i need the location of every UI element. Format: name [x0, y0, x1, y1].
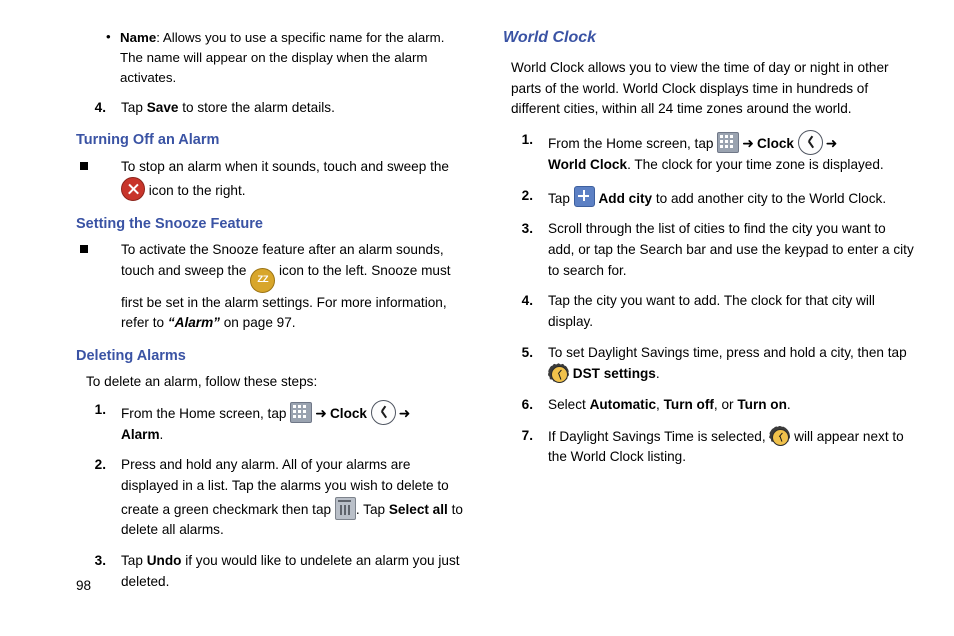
- plus-icon: [573, 185, 595, 207]
- bullet-dot: •: [106, 29, 111, 44]
- wc-step-1-post: . The clock for your time zone is displa…: [627, 157, 884, 172]
- delete-step-1-number: 1.: [94, 401, 106, 417]
- wc-step-2-bold: Add city: [598, 190, 653, 206]
- heading-turning-off-alarm: Turning Off an Alarm: [76, 132, 220, 149]
- world-clock-intro: World Clock allows you to view the time …: [511, 60, 889, 117]
- wc-step-6-sep1: ,: [656, 396, 664, 412]
- clock-icon: [797, 129, 823, 155]
- wc-step-5: 5. To set Daylight Savings time, press a…: [503, 343, 915, 385]
- trash-icon: [334, 496, 356, 520]
- arrow-icon: ➜: [315, 405, 327, 422]
- wc-step-1-pre: From the Home screen, tap: [548, 135, 718, 151]
- delete-step-1-clock: Clock: [329, 405, 367, 421]
- step-4-pre: Tap: [121, 99, 147, 115]
- wc-step-7: 7. If Daylight Savings Time is selected,…: [503, 425, 915, 468]
- wc-step-2-number: 2.: [521, 187, 533, 203]
- delete-step-3-pre: Tap: [121, 553, 147, 569]
- apps-grid-icon: [717, 131, 740, 153]
- arrow-icon: ➜: [398, 405, 411, 422]
- square-bullet-icon: [80, 161, 88, 170]
- arrow-icon: ➜: [825, 135, 838, 152]
- delete-step-2-number: 2.: [94, 457, 106, 473]
- wc-step-5-bold: DST settings: [572, 366, 656, 382]
- wc-step-7-pre: If Daylight Savings Time is selected,: [548, 428, 770, 444]
- bullet-name: • Name: Allows you to use a specific nam…: [102, 28, 468, 88]
- heading-deleting-alarms: Deleting Alarms: [76, 348, 186, 364]
- wc-step-4-text: Tap the city you want to add. The clock …: [548, 293, 875, 329]
- wc-step-2-pre: Tap: [548, 190, 574, 206]
- step-4-number: 4.: [94, 99, 106, 115]
- wc-step-6-post: .: [786, 396, 791, 412]
- wc-step-5-pre: To set Daylight Savings time, press and …: [548, 344, 907, 360]
- heading-world-clock: World Clock: [503, 29, 597, 46]
- delete-step-3-bold: Undo: [146, 553, 182, 569]
- dst-settings-icon: [548, 363, 569, 384]
- delete-step-2-mid: . Tap: [355, 501, 389, 517]
- delete-step-3: 3. Tap Undo if you would like to undelet…: [76, 551, 468, 592]
- wc-step-3-number: 3.: [521, 221, 533, 237]
- right-column: World Clock World Clock allows you to vi…: [503, 28, 915, 476]
- wc-step-7-number: 7.: [521, 427, 533, 443]
- snooze-item: To activate the Snooze feature after an …: [76, 240, 468, 334]
- wc-step-3: 3. Scroll through the list of cities to …: [503, 219, 915, 281]
- step-4-save: 4. Tap Save to store the alarm details.: [76, 98, 468, 119]
- wc-step-6: 6. Select Automatic, Turn off, or Turn o…: [503, 395, 915, 416]
- apps-grid-icon: [290, 401, 313, 423]
- wc-step-1-clock: Clock: [756, 135, 794, 151]
- dst-settings-icon: [769, 425, 791, 447]
- turning-off-item: To stop an alarm when it sounds, touch a…: [76, 157, 468, 202]
- wc-step-6-turn-on: Turn on: [737, 396, 787, 412]
- manual-page: • Name: Allows you to use a specific nam…: [0, 0, 954, 636]
- heading-setting-snooze: Setting the Snooze Feature: [76, 215, 263, 232]
- square-bullet-icon: [80, 245, 88, 254]
- wc-step-6-sep2: , or: [713, 396, 738, 412]
- left-column: • Name: Allows you to use a specific nam…: [76, 28, 468, 600]
- wc-step-3-text: Scroll through the list of cities to fin…: [548, 221, 914, 278]
- delete-step-1-alarm: Alarm: [121, 426, 160, 442]
- delete-intro: To delete an alarm, follow these steps:: [86, 374, 318, 390]
- delete-step-3-number: 3.: [94, 553, 106, 569]
- wc-step-4: 4. Tap the city you want to add. The clo…: [503, 291, 915, 332]
- step-4-post: to store the alarm details.: [178, 99, 335, 115]
- page-number: 98: [76, 578, 92, 593]
- wc-step-2: 2. Tap Add city to add another city to t…: [503, 185, 915, 210]
- snooze-icon: ZZ: [250, 267, 276, 293]
- wc-step-1-world-clock: World Clock: [548, 157, 628, 172]
- step-4-bold: Save: [146, 99, 179, 115]
- delete-step-1-pre: From the Home screen, tap: [121, 405, 291, 421]
- wc-step-4-number: 4.: [521, 293, 533, 309]
- delete-step-1: 1. From the Home screen, tap ➜ Clock ➜ Al…: [76, 399, 468, 446]
- bullet-name-term: Name: [120, 30, 157, 45]
- stop-alarm-icon: [121, 177, 145, 202]
- wc-step-1-number: 1.: [521, 131, 533, 147]
- wc-step-1: 1. From the Home screen, tap ➜ Clock ➜ Wo…: [503, 129, 915, 176]
- arrow-icon: ➜: [742, 135, 754, 152]
- wc-step-2-post: to add another city to the World Clock.: [652, 190, 887, 206]
- snooze-ref: “Alarm”: [167, 315, 220, 331]
- turning-off-post: icon to the right.: [145, 183, 246, 199]
- delete-step-2: 2. Press and hold any alarm. All of your…: [76, 455, 468, 541]
- delete-step-1-period: .: [159, 426, 164, 442]
- wc-step-6-pre: Select: [548, 396, 590, 412]
- wc-step-5-post: .: [655, 366, 660, 382]
- wc-step-5-number: 5.: [521, 344, 533, 360]
- bullet-name-text: : Allows you to use a specific name for …: [120, 30, 445, 85]
- clock-icon: [370, 399, 396, 425]
- delete-step-2-bold: Select all: [388, 501, 448, 517]
- turning-off-pre: To stop an alarm when it sounds, touch a…: [121, 158, 449, 174]
- wc-step-6-turn-off: Turn off: [663, 396, 714, 412]
- wc-step-6-automatic: Automatic: [589, 396, 657, 412]
- wc-step-6-number: 6.: [521, 396, 533, 412]
- snooze-post: on page 97.: [219, 315, 296, 331]
